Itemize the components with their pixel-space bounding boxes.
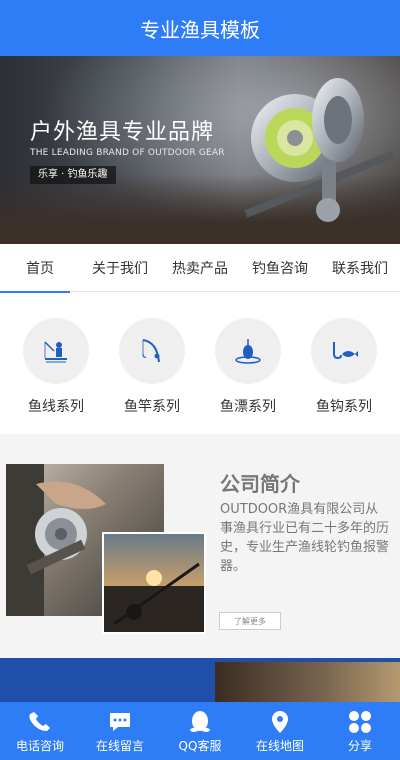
page-title: 专业渔具模板 xyxy=(140,17,260,42)
banner-subtitle: THE LEADING BRAND OF OUTDOOR GEAR xyxy=(30,148,225,158)
learn-more-button[interactable]: 了解更多 xyxy=(219,612,281,630)
nav-item-label: 首页 xyxy=(26,261,54,277)
share-button[interactable]: 分享 xyxy=(320,702,400,760)
category-line[interactable]: 鱼线系列 xyxy=(11,292,101,434)
banner-tag: 乐享 · 钓鱼乐趣 xyxy=(30,166,116,184)
nav-item-label: 钓鱼咨询 xyxy=(252,261,308,277)
hook-fish-icon xyxy=(333,342,358,360)
hero-banner[interactable]: 户外渔具专业品牌 THE LEADING BRAND OF OUTDOOR GE… xyxy=(0,56,400,244)
nav-item-consult[interactable]: 钓鱼咨询 xyxy=(240,244,320,292)
toolbar-label: 电话咨询 xyxy=(15,738,64,753)
float-icon xyxy=(235,339,261,364)
about-description: OUTDOOR渔具有限公司从事渔具行业已有二十多年的历史，专业生产渔线轮钓鱼报警… xyxy=(220,502,390,574)
about-heading: 公司简介 xyxy=(220,472,300,496)
phone-consult-button[interactable]: 电话咨询 xyxy=(0,702,80,760)
app-header: 专业渔具模板 xyxy=(0,0,400,56)
category-float[interactable]: 鱼漂系列 xyxy=(203,292,293,434)
qq-icon xyxy=(190,710,210,732)
toolbar-label: 在线地图 xyxy=(255,738,304,753)
category-icon-circle xyxy=(311,318,377,384)
bottom-toolbar: 电话咨询 在线留言 QQ客服 在线地图 分享 xyxy=(0,702,400,760)
phone-icon xyxy=(29,711,50,731)
category-label: 鱼竿系列 xyxy=(124,399,180,415)
toolbar-label: QQ客服 xyxy=(178,738,222,753)
main-nav: 首页 关于我们 热卖产品 钓鱼咨询 联系我们 xyxy=(0,244,400,293)
category-icon-circle xyxy=(119,318,185,384)
online-message-button[interactable]: 在线留言 xyxy=(80,702,160,760)
nav-item-about[interactable]: 关于我们 xyxy=(80,244,160,292)
category-hook[interactable]: 鱼钩系列 xyxy=(299,292,389,434)
fishing-reel-illustration xyxy=(244,78,396,222)
about-section: 公司简介 OUTDOOR渔具有限公司从事渔具行业已有二十多年的历史，专业生产渔线… xyxy=(0,434,400,658)
banner-title: 户外渔具专业品牌 xyxy=(30,120,215,145)
category-rod[interactable]: 鱼竿系列 xyxy=(107,292,197,434)
qq-service-button[interactable]: QQ客服 xyxy=(160,702,240,760)
map-pin-icon xyxy=(272,710,288,733)
nav-item-label: 联系我们 xyxy=(332,261,388,277)
toolbar-label: 分享 xyxy=(347,738,372,753)
fisherman-icon xyxy=(44,341,67,363)
chat-icon xyxy=(110,712,130,731)
category-label: 鱼钩系列 xyxy=(316,399,372,415)
category-label: 鱼线系列 xyxy=(28,399,84,415)
sunset-fishing-photo xyxy=(102,532,206,634)
nav-item-contact[interactable]: 联系我们 xyxy=(320,244,400,292)
category-label: 鱼漂系列 xyxy=(220,399,276,415)
nav-item-label: 热卖产品 xyxy=(172,261,228,277)
category-icon-circle xyxy=(215,318,281,384)
toolbar-label: 在线留言 xyxy=(95,738,144,753)
nav-item-products[interactable]: 热卖产品 xyxy=(160,244,240,292)
share-icon xyxy=(349,710,371,733)
nav-item-label: 关于我们 xyxy=(92,261,148,277)
preview-photo xyxy=(215,662,400,702)
online-map-button[interactable]: 在线地图 xyxy=(240,702,320,760)
fishing-rod-icon xyxy=(142,339,160,363)
next-section-preview xyxy=(0,658,400,702)
sunset-illustration xyxy=(104,562,204,632)
nav-item-home[interactable]: 首页 xyxy=(0,244,80,293)
category-grid: 鱼线系列 鱼竿系列 鱼漂系列 鱼钩系列 xyxy=(0,292,400,434)
category-icon-circle xyxy=(23,318,89,384)
